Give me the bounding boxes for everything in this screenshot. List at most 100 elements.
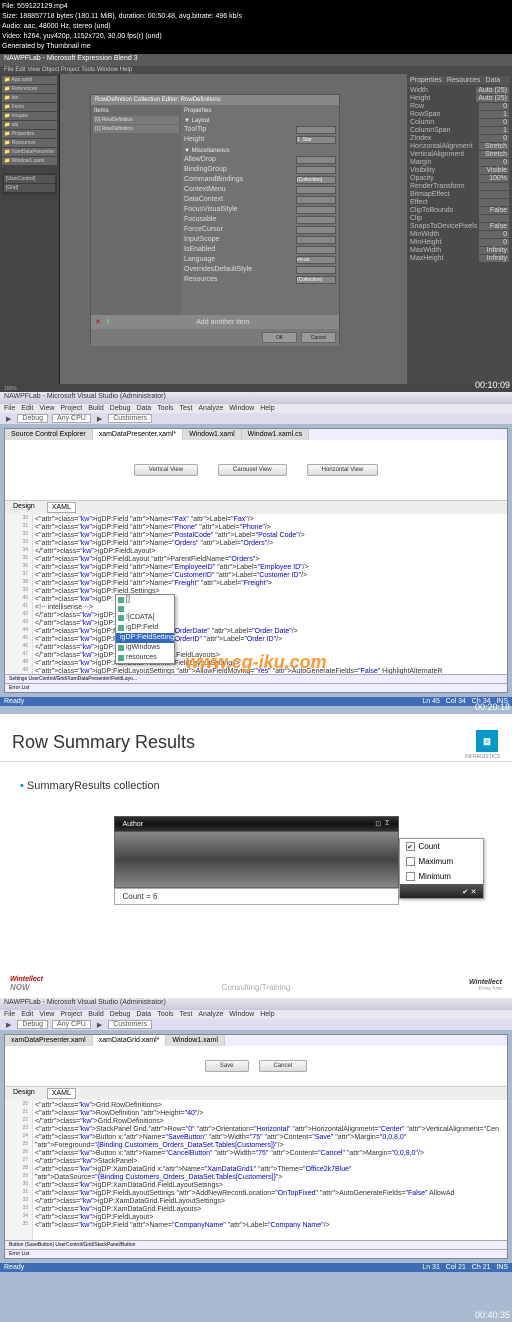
design-tab[interactable]: Design [9, 502, 39, 513]
design-tab[interactable]: Design [9, 1088, 39, 1099]
cancel-button[interactable]: Cancel [259, 1060, 308, 1072]
property-input[interactable] [296, 196, 336, 204]
property-row[interactable]: WidthAuto (25) [409, 86, 510, 94]
pin-icon[interactable]: ⊡ [375, 820, 381, 828]
menu-item[interactable]: Build [88, 405, 104, 412]
accept-icon[interactable]: ✔ [462, 889, 468, 896]
property-row[interactable]: Height [183, 135, 337, 145]
property-input[interactable] [296, 226, 336, 234]
designer-canvas[interactable]: Vertical View Carousel View Horizontal V… [5, 440, 507, 500]
tree-item[interactable]: [UserControl] [4, 175, 55, 183]
menu-item[interactable]: View [39, 1011, 54, 1018]
property-row[interactable]: AllowDrop [183, 155, 337, 165]
menu-item[interactable]: Window [229, 405, 254, 412]
property-row[interactable]: InputScope [183, 235, 337, 245]
property-row[interactable]: Opacity100% [409, 174, 510, 182]
property-row[interactable]: BindingGroup [183, 165, 337, 175]
document-tab[interactable]: Window1.xaml.cs [242, 429, 309, 440]
ok-button[interactable]: OK [262, 332, 297, 343]
view-switcher[interactable]: Design XAML [5, 1086, 507, 1100]
property-row[interactable]: MaxHeightInfinity [409, 254, 510, 262]
menu-item[interactable]: Data [136, 405, 151, 412]
property-row[interactable]: Resources [183, 275, 337, 285]
document-tab[interactable]: xamDataPresenter.xaml* [93, 429, 183, 440]
summary-option[interactable]: Minimum [400, 869, 483, 884]
property-row[interactable]: MaxWidthInfinity [409, 246, 510, 254]
intellisense-item[interactable]: resources [116, 653, 174, 663]
property-input[interactable] [296, 216, 336, 224]
property-row[interactable]: HorizontalAlignmentStretch [409, 142, 510, 150]
property-row[interactable]: RenderTransform [409, 182, 510, 190]
property-input[interactable] [296, 266, 336, 274]
property-row[interactable]: DataContext [183, 195, 337, 205]
property-row[interactable]: CommandBindings [183, 175, 337, 185]
save-button[interactable]: Save [205, 1060, 249, 1072]
menu-item[interactable]: Tools [157, 405, 173, 412]
document-tabs[interactable]: xamDataPresenter.xamlxamDataGrid.xaml*Wi… [5, 1035, 507, 1046]
horizontal-view-button[interactable]: Horizontal View [307, 464, 379, 476]
property-row[interactable]: Margin0 [409, 158, 510, 166]
design-canvas[interactable]: RowDefinition Collection Editor: RowDefi… [60, 74, 407, 384]
designer-canvas[interactable]: Save Cancel [5, 1046, 507, 1086]
view-switcher[interactable]: Design XAML [5, 500, 507, 514]
remove-icon[interactable]: ✕ [95, 318, 101, 326]
intellisense-popup[interactable]: []![CDATA[igDP:FieldigDP:FieldSettingsig… [115, 594, 175, 664]
carousel-view-button[interactable]: Carousel View [218, 464, 287, 476]
property-row[interactable]: VerticalAlignmentStretch [409, 150, 510, 158]
property-row[interactable]: MinHeight0 [409, 238, 510, 246]
property-row[interactable]: HeightAuto (25) [409, 94, 510, 102]
xaml-tab[interactable]: XAML [47, 1088, 76, 1099]
tree-item[interactable]: 📁 bin [2, 94, 57, 102]
xaml-tab[interactable]: XAML [47, 502, 76, 513]
platform-dropdown[interactable]: Any CPU [52, 1020, 91, 1029]
intellisense-item[interactable] [116, 605, 174, 613]
code-editor[interactable]: 3031323334353637383940414243444546474849… [5, 514, 507, 674]
intellisense-item[interactable]: igWindows [116, 643, 174, 653]
property-row[interactable]: Focusable [183, 215, 337, 225]
property-input[interactable] [296, 256, 336, 264]
tree-item[interactable]: [Grid] [4, 184, 55, 192]
checkbox[interactable]: ✔ [406, 842, 415, 851]
sigma-icon[interactable]: Σ [385, 820, 389, 828]
property-row[interactable]: Language [183, 255, 337, 265]
properties-panel[interactable]: Properties Resources Data WidthAuto (25)… [407, 74, 512, 384]
breadcrumb[interactable]: Settings UserControl/Grid/XamDataPresent… [5, 674, 507, 683]
document-tabs[interactable]: Source Control ExplorerxamDataPresenter.… [5, 429, 507, 440]
close-icon[interactable]: ✕ [471, 889, 477, 896]
startup-dropdown[interactable]: Customers [108, 414, 152, 423]
property-row[interactable]: Column0 [409, 118, 510, 126]
menu-item[interactable]: Tools [157, 1011, 173, 1018]
document-tab[interactable]: xamDataGrid.xaml* [93, 1035, 167, 1046]
menu-item[interactable]: View [39, 405, 54, 412]
list-item[interactable]: [1] RowDefinition [93, 125, 179, 133]
tree-item[interactable]: 📁 Properties [2, 130, 57, 138]
menu-item[interactable]: Help [260, 1011, 274, 1018]
property-input[interactable] [296, 136, 336, 144]
property-input[interactable] [296, 246, 336, 254]
property-row[interactable]: OverridesDefaultStyle [183, 265, 337, 275]
menu-item[interactable]: Analyze [198, 405, 223, 412]
checkbox[interactable] [406, 857, 415, 866]
config-dropdown[interactable]: Debug [17, 414, 48, 423]
property-input[interactable] [296, 126, 336, 134]
menu-item[interactable]: Project [60, 405, 82, 412]
property-row[interactable]: Effect [409, 198, 510, 206]
property-row[interactable]: SnapsToDevicePixelsFalse [409, 222, 510, 230]
tree-item[interactable]: 📁 References [2, 85, 57, 93]
add-item-bar[interactable]: ✕⬆Add another item [91, 315, 339, 329]
property-input[interactable] [296, 236, 336, 244]
tree-item[interactable]: 📁 Resources [2, 139, 57, 147]
menu-bar[interactable]: FileEditViewProjectBuildDebugDataToolsTe… [0, 1010, 512, 1019]
tree-item[interactable]: 📁 Fonts [2, 103, 57, 111]
menu-item[interactable]: Help [260, 405, 274, 412]
property-row[interactable]: ToolTip [183, 125, 337, 135]
toolbar[interactable]: ▶Debug Any CPU ▶Customers [0, 1019, 512, 1030]
tree-item[interactable]: 📁 Images [2, 112, 57, 120]
objects-timeline[interactable]: [UserControl] [Grid] [2, 173, 57, 195]
menu-item[interactable]: File [4, 1011, 15, 1018]
menu-item[interactable]: File [4, 405, 15, 412]
code-editor[interactable]: 20212223242526272829303132333435 <"attr"… [5, 1100, 507, 1240]
property-row[interactable]: ZIndex0 [409, 134, 510, 142]
property-row[interactable]: FocusVisualStyle [183, 205, 337, 215]
cancel-button[interactable]: Cancel [301, 332, 336, 343]
